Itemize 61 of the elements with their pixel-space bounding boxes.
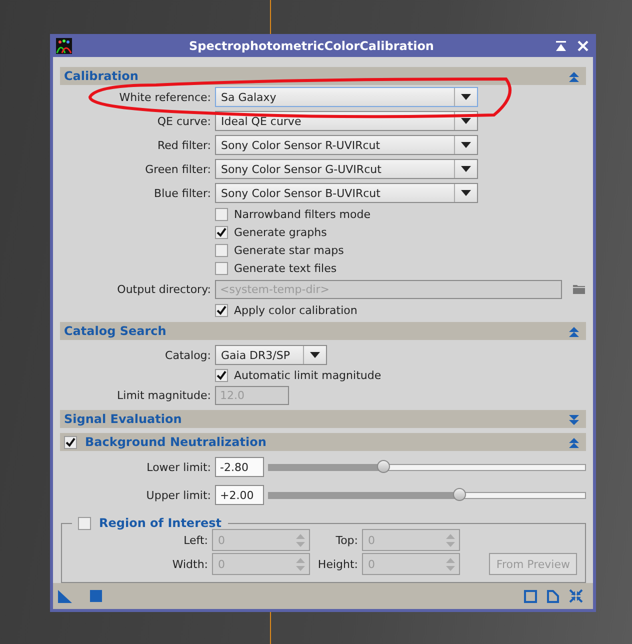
field-label: Blue filter: [153, 186, 211, 200]
caret-icon [310, 352, 320, 358]
group-title: Region of Interest [99, 516, 222, 530]
collapse-icon[interactable] [568, 324, 580, 338]
caret-icon [461, 142, 471, 148]
checkbox-label: Generate text files [234, 262, 337, 274]
checkbox-label: Apply color calibration [234, 304, 358, 316]
field-label: White reference: [118, 90, 211, 104]
checkbox-label: Generate star maps [234, 244, 344, 256]
dropdown[interactable]: Sony Color Sensor R-UVIRcut [215, 135, 478, 155]
field-label: Top: [334, 534, 359, 546]
window-title: SpectrophotometricColorCalibration [188, 38, 435, 52]
dropdown[interactable]: Sa Galaxy [215, 87, 478, 107]
app-icon [56, 38, 72, 54]
field-label: Limit magnitude: [116, 388, 211, 402]
triangle-icon[interactable] [58, 590, 72, 602]
field-label: Left: [182, 534, 209, 546]
folder-icon[interactable] [573, 284, 585, 294]
number-field[interactable]: -2.80 [215, 457, 264, 477]
caret-icon [461, 94, 471, 100]
checkbox[interactable] [78, 516, 91, 530]
checkbox[interactable] [215, 262, 228, 274]
checkbox[interactable] [64, 436, 77, 448]
caret-icon [461, 190, 471, 196]
field-label: Output directory: [116, 282, 211, 296]
collapse-arrows-icon[interactable] [569, 589, 583, 603]
slider-thumb[interactable] [376, 460, 390, 472]
field-label: Red filter: [156, 138, 211, 152]
checkbox-label: Narrowband filters mode [234, 208, 370, 220]
field-label: Lower limit: [146, 460, 211, 474]
checkbox[interactable] [215, 369, 228, 382]
checkbox[interactable] [215, 208, 228, 220]
section-header[interactable]: Catalog Search [60, 322, 586, 340]
section-title: Background Neutralization [85, 435, 266, 449]
expand-icon[interactable] [568, 412, 580, 426]
field-label: Catalog: [164, 348, 211, 362]
number-field[interactable]: +2.00 [215, 485, 264, 505]
checkbox[interactable] [215, 244, 228, 256]
field-label: Upper limit: [145, 488, 211, 502]
field-label: Height: [316, 558, 359, 570]
dropdown[interactable]: Sony Color Sensor B-UVIRcut [215, 183, 478, 203]
checkbox-label: Automatic limit magnitude [234, 369, 382, 382]
field-label: QE curve: [156, 114, 211, 128]
square-outline-icon[interactable] [524, 590, 537, 602]
checkbox[interactable] [215, 304, 228, 316]
section-header[interactable]: Signal Evaluation [60, 410, 586, 428]
checkbox-label: Generate graphs [234, 226, 327, 238]
dropdown[interactable]: Gaia DR3/SP [215, 345, 327, 365]
dropdown[interactable]: Sony Color Sensor G-UVIRcut [215, 159, 478, 179]
close-icon[interactable] [577, 40, 589, 52]
field-label: Green filter: [144, 162, 211, 176]
shade-icon[interactable] [555, 40, 567, 52]
section-header[interactable]: Background Neutralization [60, 433, 586, 451]
collapse-icon[interactable] [568, 436, 580, 448]
caret-icon [461, 166, 471, 172]
field-label: Width: [171, 558, 209, 570]
caret-icon [461, 118, 471, 124]
checkbox[interactable] [215, 226, 228, 238]
document-icon[interactable] [547, 590, 559, 602]
slider-thumb[interactable] [452, 488, 466, 500]
collapse-icon[interactable] [568, 70, 580, 82]
